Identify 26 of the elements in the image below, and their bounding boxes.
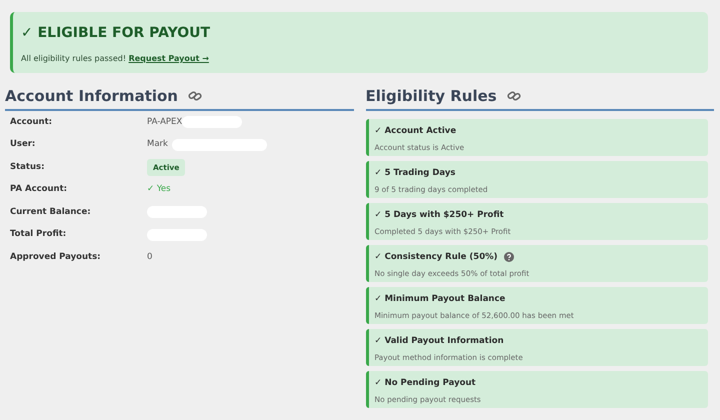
rule-title: ✓ Consistency Rule (50%) [374,251,498,264]
rule-title: ✓ 5 Trading Days [374,167,456,180]
rule-title: ✓ No Pending Payout [374,377,476,390]
banner-message: All eligibility rules passed! Request Payout → [21,53,210,65]
field-label: Status: [10,160,46,174]
help-icon[interactable] [504,252,514,262]
link-icon[interactable] [506,90,521,102]
rule-title: ✓ Minimum Payout Balance [374,293,506,306]
field-value: PA-APEX [147,116,182,129]
link-icon[interactable] [188,90,202,102]
field-label: PA Account: [10,183,68,196]
rule-title: ✓ 5 Days with $250+ Profit [374,209,504,222]
field-label: User: [10,138,36,152]
field-value: 0 [147,250,152,264]
field-value: Mark [147,138,168,152]
banner-title: ✓ ELIGIBLE FOR PAYOUT [21,24,212,43]
field-value: ✓ Yes [147,183,171,196]
rule-title: ✓ Account Active [374,125,456,138]
field-label: Total Profit: [10,228,68,242]
rule-title: ✓ Valid Payout Information [374,335,504,348]
section-heading: Account Information [5,87,178,105]
section-heading: Eligibility Rules [366,87,497,105]
request-payout-link[interactable]: Request Payout → [128,54,209,63]
field-label: Account: [10,116,54,129]
field-label: Current Balance: [10,206,92,219]
field-label: Approved Payouts: [10,250,102,264]
